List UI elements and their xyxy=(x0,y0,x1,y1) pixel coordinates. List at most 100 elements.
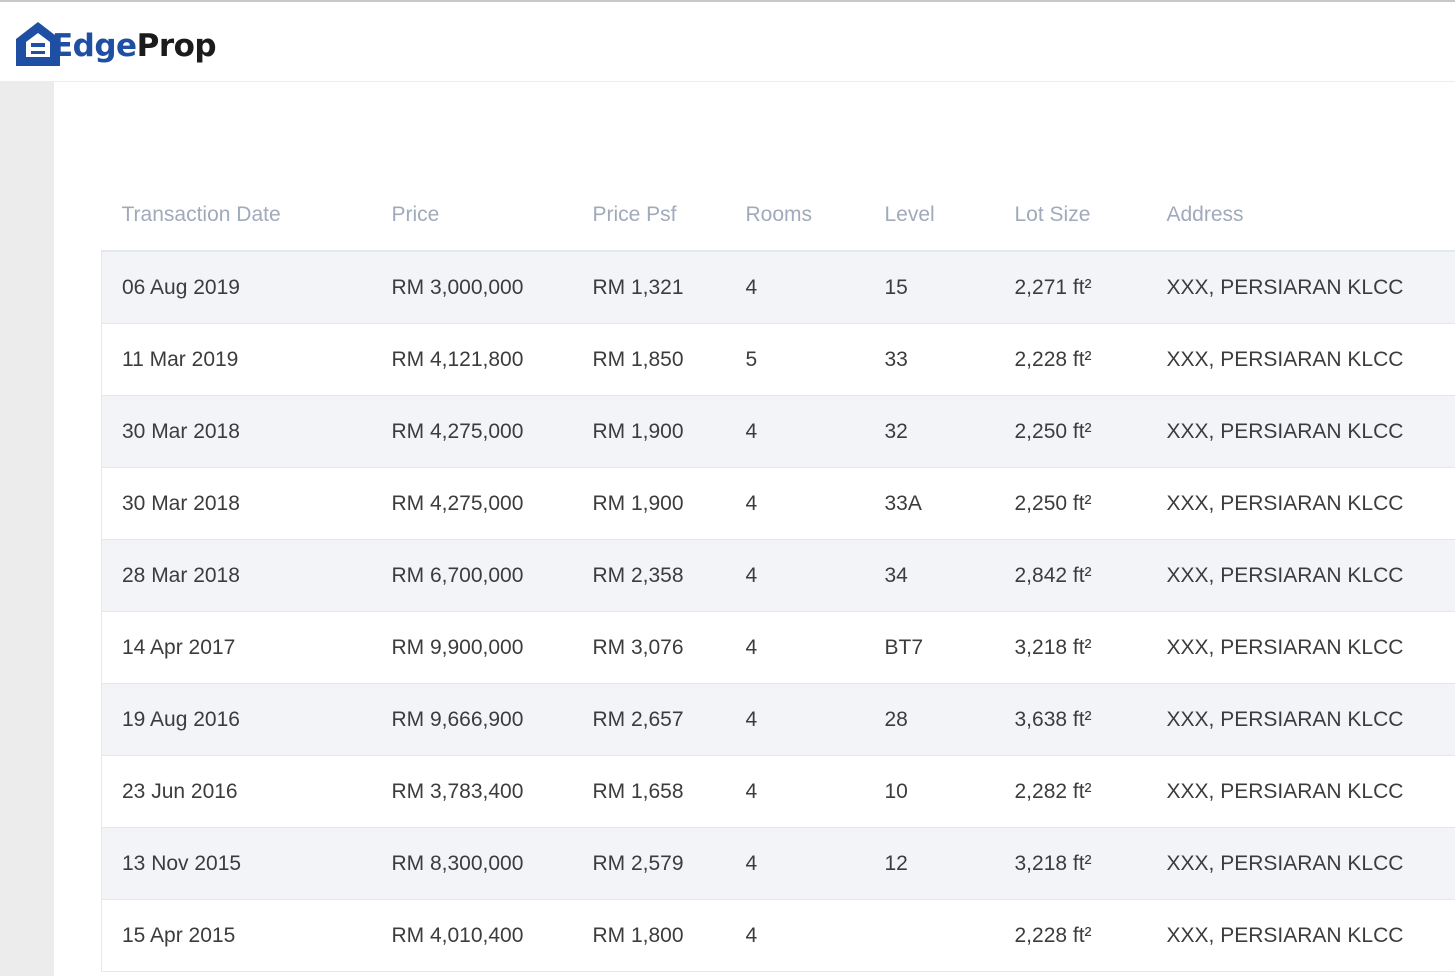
cell-transaction-date: 13 Nov 2015 xyxy=(101,827,372,900)
header-rooms[interactable]: Rooms xyxy=(725,180,865,252)
logo-text-prop: Prop xyxy=(136,27,217,64)
logo-text-edge: Edge xyxy=(52,27,137,64)
cell-price-psf: RM 1,850 xyxy=(572,323,726,396)
cell-transaction-date: 30 Mar 2018 xyxy=(101,467,372,540)
cell-price-psf: RM 1,658 xyxy=(572,755,726,828)
cell-lot-size: 3,638 ft² xyxy=(994,683,1147,756)
cell-price: RM 4,275,000 xyxy=(371,395,573,468)
header-lot-size[interactable]: Lot Size xyxy=(994,180,1147,252)
cell-address: XXX, PERSIARAN KLCC xyxy=(1146,467,1455,540)
header-address[interactable]: Address xyxy=(1146,180,1455,252)
cell-level: 15 xyxy=(864,251,995,324)
cell-address: XXX, PERSIARAN KLCC xyxy=(1146,755,1455,828)
edgeprop-logo[interactable]: Edge Prop xyxy=(14,18,217,68)
cell-price-psf: RM 1,800 xyxy=(572,899,726,972)
cell-level: 12 xyxy=(864,827,995,900)
cell-address: XXX, PERSIARAN KLCC xyxy=(1146,539,1455,612)
cell-rooms: 4 xyxy=(725,755,865,828)
cell-lot-size: 2,228 ft² xyxy=(994,899,1147,972)
cell-price: RM 8,300,000 xyxy=(371,827,573,900)
house-logo-icon xyxy=(16,22,60,66)
cell-lot-size: 2,271 ft² xyxy=(994,251,1147,324)
table-row: 14 Apr 2017 RM 9,900,000 RM 3,076 4 BT7 … xyxy=(101,611,1455,684)
cell-transaction-date: 11 Mar 2019 xyxy=(101,323,372,396)
cell-level: 33 xyxy=(864,323,995,396)
page: Edge Prop Transaction Date Price Price Ps… xyxy=(0,0,1455,976)
header-price[interactable]: Price xyxy=(371,180,573,252)
cell-lot-size: 2,250 ft² xyxy=(994,395,1147,468)
cell-price-psf: RM 1,900 xyxy=(572,395,726,468)
cell-price-psf: RM 1,900 xyxy=(572,467,726,540)
cell-lot-size: 2,842 ft² xyxy=(994,539,1147,612)
header-row: Transaction Date Price Price Psf Rooms L… xyxy=(101,180,1455,252)
cell-address: XXX, PERSIARAN KLCC xyxy=(1146,683,1455,756)
table-row: 06 Aug 2019 RM 3,000,000 RM 1,321 4 15 2… xyxy=(101,251,1455,324)
header-price-psf[interactable]: Price Psf xyxy=(572,180,726,252)
cell-rooms: 4 xyxy=(725,611,865,684)
cell-rooms: 5 xyxy=(725,323,865,396)
cell-level xyxy=(864,899,995,972)
left-sidebar xyxy=(0,82,54,976)
cell-lot-size: 2,228 ft² xyxy=(994,323,1147,396)
cell-rooms: 4 xyxy=(725,899,865,972)
header-transaction-date[interactable]: Transaction Date xyxy=(101,180,372,252)
cell-rooms: 4 xyxy=(725,467,865,540)
table-row: 11 Mar 2019 RM 4,121,800 RM 1,850 5 33 2… xyxy=(101,323,1455,396)
cell-rooms: 4 xyxy=(725,395,865,468)
table-row: 30 Mar 2018 RM 4,275,000 RM 1,900 4 33A … xyxy=(101,467,1455,540)
cell-lot-size: 3,218 ft² xyxy=(994,611,1147,684)
table-row: 13 Nov 2015 RM 8,300,000 RM 2,579 4 12 3… xyxy=(101,827,1455,900)
cell-transaction-date: 28 Mar 2018 xyxy=(101,539,372,612)
cell-address: XXX, PERSIARAN KLCC xyxy=(1146,611,1455,684)
table-row: 28 Mar 2018 RM 6,700,000 RM 2,358 4 34 2… xyxy=(101,539,1455,612)
cell-transaction-date: 19 Aug 2016 xyxy=(101,683,372,756)
cell-rooms: 4 xyxy=(725,539,865,612)
table-row: 23 Jun 2016 RM 3,783,400 RM 1,658 4 10 2… xyxy=(101,755,1455,828)
table-row: 19 Aug 2016 RM 9,666,900 RM 2,657 4 28 3… xyxy=(101,683,1455,756)
cell-level: 10 xyxy=(864,755,995,828)
cell-transaction-date: 15 Apr 2015 xyxy=(101,899,372,972)
cell-transaction-date: 23 Jun 2016 xyxy=(101,755,372,828)
table-row: 15 Apr 2015 RM 4,010,400 RM 1,800 4 2,22… xyxy=(101,899,1455,972)
cell-level: 32 xyxy=(864,395,995,468)
cell-price-psf: RM 2,657 xyxy=(572,683,726,756)
cell-price: RM 4,121,800 xyxy=(371,323,573,396)
cell-rooms: 4 xyxy=(725,683,865,756)
cell-transaction-date: 14 Apr 2017 xyxy=(101,611,372,684)
cell-level: BT7 xyxy=(864,611,995,684)
cell-address: XXX, PERSIARAN KLCC xyxy=(1146,827,1455,900)
site-header: Edge Prop xyxy=(0,2,1455,82)
cell-level: 34 xyxy=(864,539,995,612)
header-level[interactable]: Level xyxy=(864,180,995,252)
cell-price: RM 4,275,000 xyxy=(371,467,573,540)
cell-address: XXX, PERSIARAN KLCC xyxy=(1146,395,1455,468)
cell-lot-size: 2,250 ft² xyxy=(994,467,1147,540)
table-header: Transaction Date Price Price Psf Rooms L… xyxy=(101,180,1455,252)
cell-price-psf: RM 3,076 xyxy=(572,611,726,684)
cell-rooms: 4 xyxy=(725,827,865,900)
table-body: 06 Aug 2019 RM 3,000,000 RM 1,321 4 15 2… xyxy=(101,251,1455,972)
cell-lot-size: 2,282 ft² xyxy=(994,755,1147,828)
cell-price: RM 3,783,400 xyxy=(371,755,573,828)
cell-address: XXX, PERSIARAN KLCC xyxy=(1146,899,1455,972)
transactions-table: Transaction Date Price Price Psf Rooms L… xyxy=(101,180,1455,972)
cell-rooms: 4 xyxy=(725,251,865,324)
cell-price-psf: RM 2,579 xyxy=(572,827,726,900)
cell-lot-size: 3,218 ft² xyxy=(994,827,1147,900)
transactions-table-container: Transaction Date Price Price Psf Rooms L… xyxy=(101,180,1455,972)
cell-price: RM 9,666,900 xyxy=(371,683,573,756)
cell-price-psf: RM 1,321 xyxy=(572,251,726,324)
cell-transaction-date: 06 Aug 2019 xyxy=(101,251,372,324)
logo-wordmark: Edge Prop xyxy=(52,27,217,64)
cell-price: RM 3,000,000 xyxy=(371,251,573,324)
cell-address: XXX, PERSIARAN KLCC xyxy=(1146,323,1455,396)
cell-level: 33A xyxy=(864,467,995,540)
cell-price-psf: RM 2,358 xyxy=(572,539,726,612)
cell-price: RM 6,700,000 xyxy=(371,539,573,612)
cell-level: 28 xyxy=(864,683,995,756)
cell-price: RM 9,900,000 xyxy=(371,611,573,684)
cell-address: XXX, PERSIARAN KLCC xyxy=(1146,251,1455,324)
cell-price: RM 4,010,400 xyxy=(371,899,573,972)
cell-transaction-date: 30 Mar 2018 xyxy=(101,395,372,468)
table-row: 30 Mar 2018 RM 4,275,000 RM 1,900 4 32 2… xyxy=(101,395,1455,468)
